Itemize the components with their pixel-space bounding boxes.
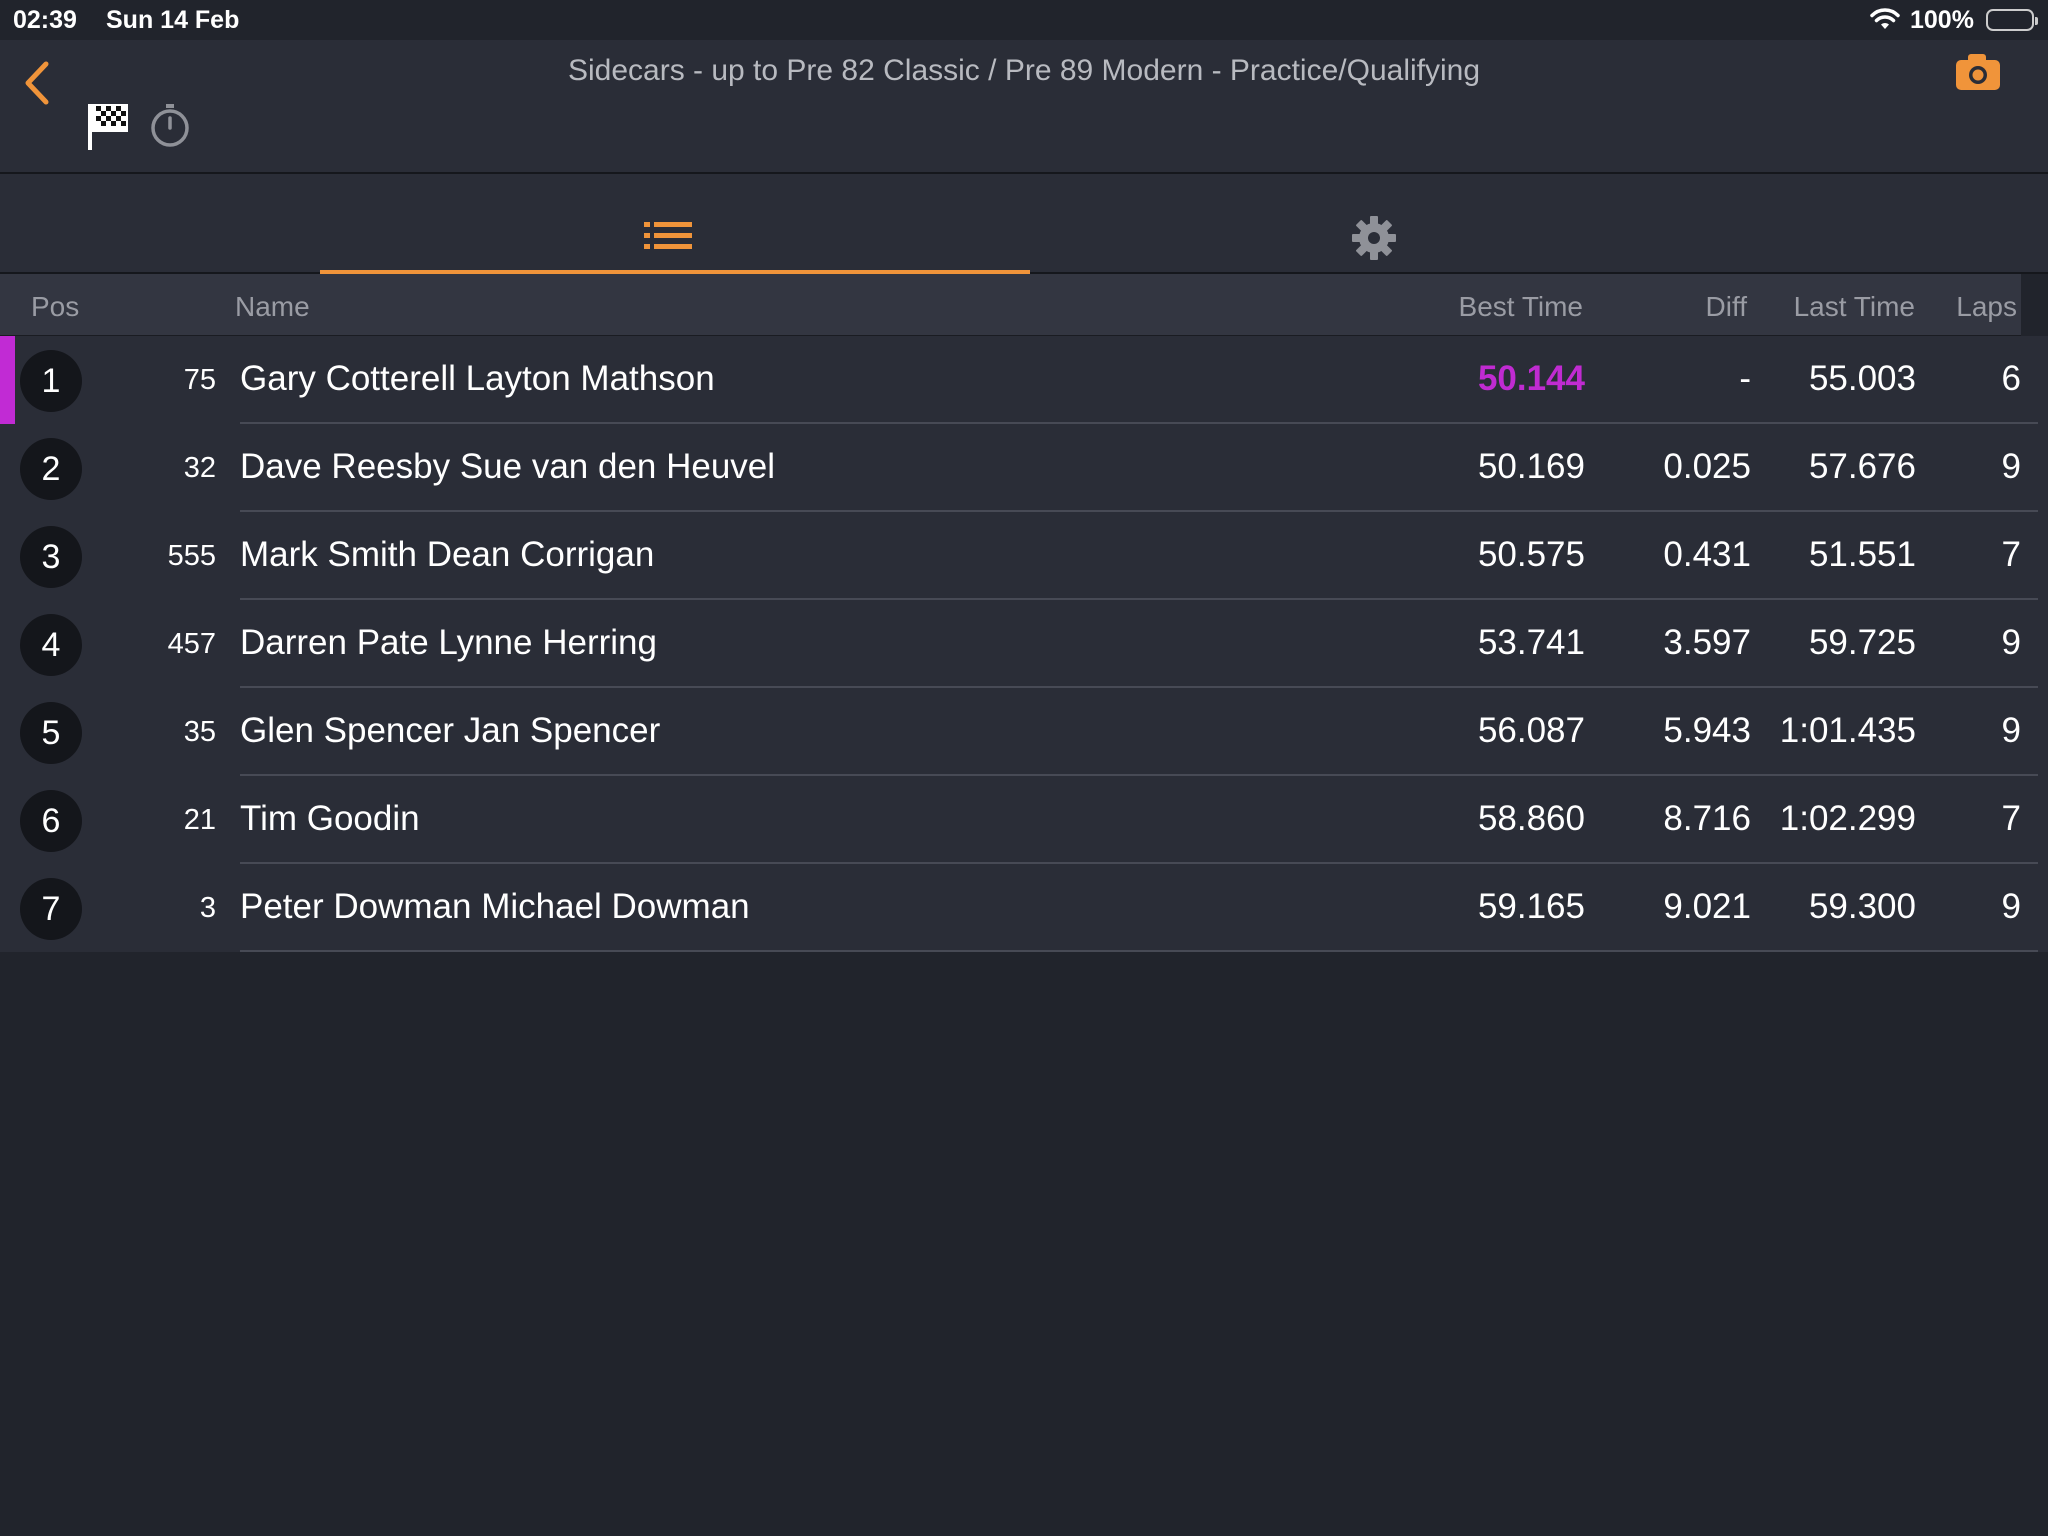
- gear-icon: [1352, 216, 1396, 260]
- best-time: 50.575: [1477, 535, 1585, 574]
- car-number: 75: [183, 364, 216, 396]
- lap-count: 7: [2001, 535, 2021, 574]
- car-number: 32: [183, 452, 216, 484]
- driver-name: Gary Cotterell Layton Mathson: [240, 359, 715, 398]
- position-badge: 6: [20, 790, 82, 852]
- wifi-icon: [1870, 7, 1900, 36]
- diff-time: 9.021: [1663, 887, 1751, 926]
- leader-indicator: [0, 336, 15, 424]
- table-row[interactable]: 1 75 Gary Cotterell Layton Mathson 50.14…: [0, 336, 2048, 424]
- table-row[interactable]: 2 32 Dave Reesby Sue van den Heuvel 50.1…: [0, 424, 2048, 512]
- driver-name: Tim Goodin: [240, 799, 420, 838]
- driver-name: Darren Pate Lynne Herring: [240, 623, 657, 662]
- page-title: Sidecars - up to Pre 82 Classic / Pre 89…: [567, 54, 1481, 87]
- table-row[interactable]: 5 35 Glen Spencer Jan Spencer 56.087 5.9…: [0, 688, 2048, 776]
- last-time: 55.003: [1808, 359, 1916, 398]
- lap-count: 9: [2001, 887, 2021, 926]
- position-badge: 5: [20, 702, 82, 764]
- table-row[interactable]: 7 3 Peter Dowman Michael Dowman 59.165 9…: [0, 864, 2048, 952]
- list-icon: [644, 222, 692, 249]
- driver-name: Glen Spencer Jan Spencer: [240, 711, 661, 750]
- best-time: 59.165: [1477, 887, 1585, 926]
- car-number: 3: [199, 892, 216, 924]
- last-time: 1:01.435: [1779, 711, 1916, 750]
- results-table: 1 75 Gary Cotterell Layton Mathson 50.14…: [0, 336, 2048, 952]
- car-number: 21: [183, 804, 216, 836]
- driver-name: Peter Dowman Michael Dowman: [240, 887, 750, 926]
- status-date: Sun 14 Feb: [106, 6, 240, 34]
- lap-count: 7: [2001, 799, 2021, 838]
- battery-percent: 100%: [1910, 6, 1974, 34]
- table-header: Pos Name Best Time Diff Last Time Laps: [0, 274, 2048, 336]
- position-badge: 7: [20, 878, 82, 940]
- column-header-diff[interactable]: Diff: [1706, 291, 1748, 323]
- battery-icon: [1986, 9, 2038, 31]
- diff-time: 3.597: [1663, 623, 1751, 662]
- status-bar: 02:39 Sun 14 Feb 100%: [0, 0, 2048, 40]
- status-time: 02:39: [13, 6, 77, 34]
- lap-count: 9: [2001, 447, 2021, 486]
- table-row[interactable]: 4 457 Darren Pate Lynne Herring 53.741 3…: [0, 600, 2048, 688]
- car-number: 555: [167, 540, 216, 572]
- diff-time: 5.943: [1663, 711, 1751, 750]
- best-time: 50.169: [1477, 447, 1585, 486]
- lap-count: 9: [2001, 623, 2021, 662]
- header-bar: Sidecars - up to Pre 82 Classic / Pre 89…: [0, 40, 2048, 174]
- last-time: 59.725: [1808, 623, 1916, 662]
- tab-bar: [0, 174, 2048, 274]
- last-time: 51.551: [1808, 535, 1916, 574]
- position-badge: 4: [20, 614, 82, 676]
- best-time: 53.741: [1477, 623, 1585, 662]
- last-time: 59.300: [1808, 887, 1916, 926]
- position-badge: 3: [20, 526, 82, 588]
- lap-count: 9: [2001, 711, 2021, 750]
- table-row[interactable]: 6 21 Tim Goodin 58.860 8.716 1:02.299 7: [0, 776, 2048, 864]
- column-header-last-time[interactable]: Last Time: [1794, 291, 1915, 323]
- diff-time: 8.716: [1663, 799, 1751, 838]
- column-header-name[interactable]: Name: [235, 291, 310, 323]
- column-header-pos[interactable]: Pos: [31, 291, 79, 323]
- position-badge: 2: [20, 438, 82, 500]
- column-header-best-time[interactable]: Best Time: [1459, 291, 1583, 323]
- screen: 02:39 Sun 14 Feb 100% Sidecars - up to P…: [0, 0, 2048, 1536]
- tab-results-list[interactable]: [320, 174, 1030, 274]
- diff-time: 0.025: [1663, 447, 1751, 486]
- last-time: 57.676: [1808, 447, 1916, 486]
- camera-icon: [1956, 54, 2000, 90]
- checkered-flag-icon[interactable]: [86, 100, 132, 157]
- row-divider: [240, 950, 2038, 952]
- position-badge: 1: [20, 350, 82, 412]
- car-number: 457: [167, 628, 216, 660]
- column-header-laps[interactable]: Laps: [1956, 291, 2017, 323]
- driver-name: Dave Reesby Sue van den Heuvel: [240, 447, 776, 486]
- camera-button[interactable]: [1954, 52, 2004, 97]
- diff-time: 0.431: [1663, 535, 1751, 574]
- tab-settings[interactable]: [1030, 174, 1728, 274]
- last-time: 1:02.299: [1779, 799, 1916, 838]
- stopwatch-icon[interactable]: [148, 102, 192, 153]
- table-row[interactable]: 3 555 Mark Smith Dean Corrigan 50.575 0.…: [0, 512, 2048, 600]
- car-number: 35: [183, 716, 216, 748]
- diff-time: -: [1739, 359, 1751, 398]
- best-time: 50.144: [1477, 359, 1585, 398]
- driver-name: Mark Smith Dean Corrigan: [240, 535, 655, 574]
- best-time: 56.087: [1477, 711, 1585, 750]
- best-time: 58.860: [1477, 799, 1585, 838]
- header-scroll-gutter: [2021, 274, 2048, 336]
- lap-count: 6: [2001, 359, 2021, 398]
